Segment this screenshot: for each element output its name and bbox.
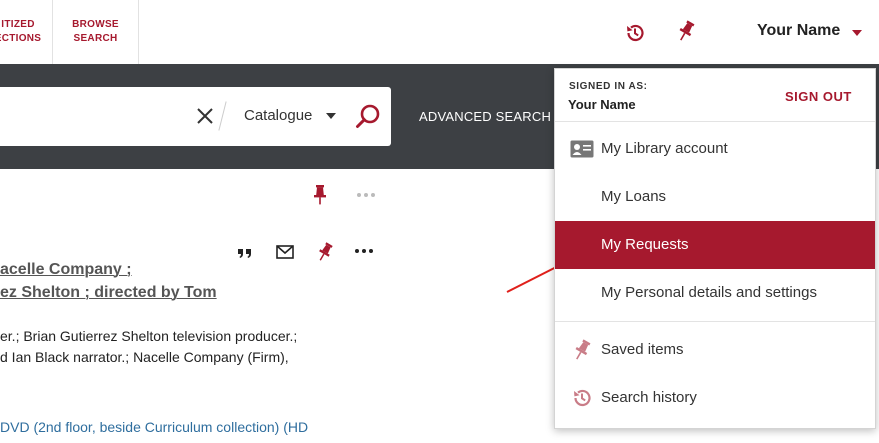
pin-icon[interactable]	[309, 184, 331, 206]
search-icon[interactable]	[354, 103, 382, 131]
sign-out-button[interactable]: SIGN OUT	[785, 89, 852, 104]
signed-in-name: Your Name	[568, 97, 636, 112]
divider	[555, 121, 875, 122]
menu-item-label: My Requests	[601, 236, 689, 253]
nav-tab-line: SEARCH	[73, 33, 118, 44]
history-icon[interactable]	[622, 20, 648, 46]
user-dropdown-menu: SIGNED IN AS: Your Name SIGN OUT My Libr…	[554, 68, 876, 429]
divider	[555, 321, 875, 322]
top-navigation-bar: ITIZED ECTIONS BROWSE SEARCH Your Name	[0, 0, 879, 64]
user-name: Your Name	[757, 22, 841, 39]
menu-item-label: My Loans	[601, 188, 667, 205]
result-title-link[interactable]: ez Shelton ; directed by Tom	[0, 284, 217, 302]
menu-item-label: My Personal details and settings	[601, 284, 817, 301]
nav-tab-browse-search[interactable]: BROWSE SEARCH	[53, 0, 139, 64]
clear-search-icon[interactable]	[194, 105, 216, 127]
search-scope-select[interactable]: Catalogue	[244, 107, 337, 124]
search-scope-value: Catalogue	[244, 107, 313, 124]
history-icon	[570, 386, 594, 410]
user-menu-toggle[interactable]: Your Name	[757, 22, 863, 40]
chevron-down-icon	[852, 30, 863, 36]
pin-icon[interactable]	[673, 18, 699, 44]
advanced-search-link[interactable]: ADVANCED SEARCH	[419, 109, 551, 124]
result-contributors: d Ian Black narrator.; Nacelle Company (…	[0, 349, 289, 365]
pin-icon	[570, 338, 594, 362]
menu-item-label: My Library account	[601, 140, 728, 157]
result-contributors: er.; Brian Gutierrez Shelton television …	[0, 328, 298, 344]
cite-icon[interactable]	[234, 241, 256, 263]
menu-item-my-loans[interactable]: My Loans	[555, 173, 875, 221]
result-availability-link[interactable]: DVD (2nd floor, beside Curriculum collec…	[0, 419, 308, 435]
more-icon[interactable]	[355, 184, 377, 206]
menu-item-library-account[interactable]: My Library account	[555, 125, 875, 173]
menu-item-search-history[interactable]: Search history	[555, 374, 875, 422]
pin-icon[interactable]	[314, 241, 336, 263]
menu-item-saved-items[interactable]: Saved items	[555, 326, 875, 374]
nav-tab-line: ECTIONS	[0, 33, 42, 44]
menu-item-my-requests[interactable]: My Requests	[555, 221, 875, 269]
menu-item-personal-details[interactable]: My Personal details and settings	[555, 269, 875, 317]
email-icon[interactable]	[274, 241, 296, 263]
nav-tab-line: ITIZED	[1, 19, 35, 30]
divider	[218, 101, 227, 131]
search-input[interactable]: Catalogue	[0, 87, 391, 146]
nav-tab-line: BROWSE	[72, 19, 119, 30]
more-icon[interactable]	[353, 240, 375, 262]
nav-tab-digitized-collections[interactable]: ITIZED ECTIONS	[0, 0, 53, 64]
id-card-icon	[570, 137, 594, 161]
signed-in-label: SIGNED IN AS:	[569, 81, 648, 92]
chevron-down-icon	[326, 112, 337, 119]
result-title-link[interactable]: acelle Company ;	[0, 261, 132, 279]
menu-item-label: Saved items	[601, 341, 684, 358]
menu-item-label: Search history	[601, 389, 697, 406]
